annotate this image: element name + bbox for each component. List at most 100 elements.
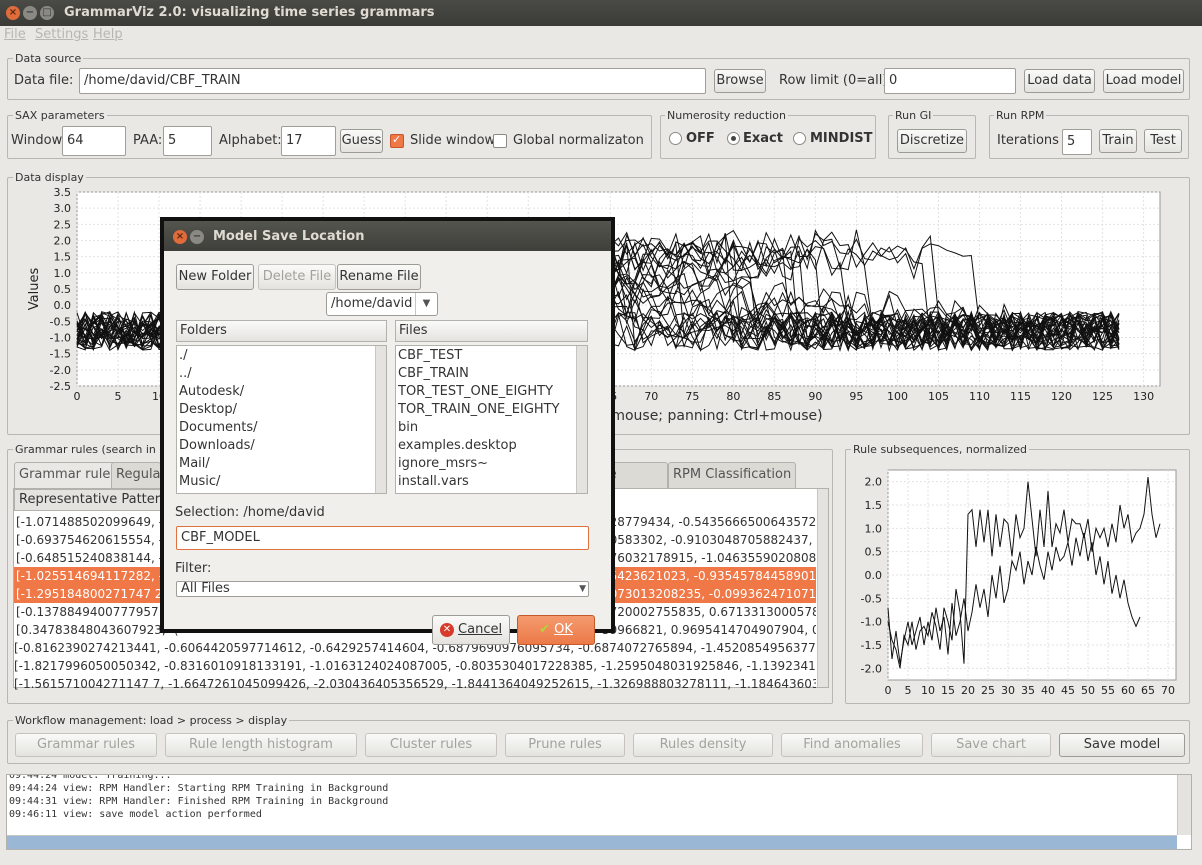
- file-item[interactable]: TOR_TEST_ONE_EIGHTY: [398, 384, 553, 399]
- x-tick-label: 120: [1051, 390, 1072, 403]
- log-line: 09:44:24 model: Training...: [9, 774, 172, 781]
- tab-regular[interactable]: Regula: [111, 462, 161, 488]
- folder-item[interactable]: Documents/: [179, 420, 258, 435]
- data-file-label: Data file:: [14, 73, 74, 88]
- row-right-text: 5720002755835, 0.671331300057820: [602, 605, 816, 619]
- file-item[interactable]: examples.desktop: [398, 438, 517, 453]
- rename-file-button[interactable]: Rename File: [337, 264, 421, 290]
- data-source-title: Data source: [13, 52, 84, 65]
- x-tick-label: 65: [1141, 684, 1155, 697]
- numerosity-mindist-radio[interactable]: [793, 132, 806, 145]
- file-item[interactable]: bin: [398, 420, 418, 435]
- x-tick-label: 105: [928, 390, 949, 403]
- numerosity-title: Numerosity reduction: [665, 109, 788, 122]
- minimize-icon[interactable]: −: [23, 6, 37, 20]
- numerosity-mindist-label: MINDIST: [810, 131, 873, 146]
- x-tick-label: 75: [685, 390, 699, 403]
- numerosity-off-radio[interactable]: [669, 132, 682, 145]
- menu-help[interactable]: Help: [93, 27, 123, 42]
- file-item[interactable]: install.vars: [398, 474, 469, 489]
- files-scrollbar[interactable]: [576, 346, 587, 493]
- y-tick-label: -0.5: [861, 592, 882, 605]
- load-model-button[interactable]: Load model: [1103, 69, 1184, 93]
- dialog-minimize-icon[interactable]: −: [190, 230, 204, 244]
- x-tick-label: 25: [981, 684, 995, 697]
- filter-label: Filter:: [175, 561, 212, 576]
- log-vscroll[interactable]: [1177, 775, 1191, 835]
- file-item[interactable]: TOR_TRAIN_ONE_EIGHTY: [398, 402, 560, 417]
- log-line: 09:44:24 view: RPM Handler: Starting RPM…: [9, 783, 389, 794]
- menu-settings[interactable]: Settings: [35, 27, 88, 42]
- folders-list[interactable]: ./ ../ Autodesk/Desktop/Documents/Download…: [176, 345, 387, 494]
- folder-item[interactable]: Autodesk/: [179, 384, 244, 399]
- save-model-button[interactable]: Save model: [1059, 733, 1185, 757]
- folder-item[interactable]: ./: [179, 348, 188, 363]
- data-file-input[interactable]: /home/david/CBF_TRAIN: [79, 68, 706, 94]
- new-folder-button[interactable]: New Folder: [176, 264, 254, 290]
- ok-button[interactable]: ✔ OK: [517, 615, 595, 645]
- table-row[interactable]: [-1.561571004271147 7, -1.66472610450994…: [14, 675, 816, 693]
- tab-grammar-rules[interactable]: Grammar rules: [14, 462, 123, 488]
- selection-input[interactable]: CBF_MODEL: [176, 526, 589, 550]
- folder-item[interactable]: Downloads/: [179, 438, 255, 453]
- test-button[interactable]: Test: [1144, 129, 1182, 153]
- rule-length-histogram-button[interactable]: Rule length histogram: [165, 733, 357, 757]
- dialog-close-icon[interactable]: ×: [173, 230, 187, 244]
- folders-scrollbar[interactable]: [375, 346, 386, 493]
- files-list[interactable]: CBF_TEST CBF_TRAIN TOR_TEST_ONE_EIGHTY TOR_…: [395, 345, 588, 494]
- row-left-text: [-1.071488502099649, -1(: [16, 515, 176, 529]
- x-tick-label: 35: [1021, 684, 1035, 697]
- folder-item[interactable]: ../: [179, 366, 192, 381]
- tab-rpm-classification[interactable]: RPM Classification: [668, 462, 797, 488]
- model-save-dialog: × − Model Save Location New Folder Delet…: [160, 217, 615, 645]
- file-item[interactable]: CBF_TRAIN: [398, 366, 469, 381]
- patterns-scrollbar[interactable]: [817, 489, 828, 687]
- folder-item[interactable]: Music/: [179, 474, 220, 489]
- rules-density-button[interactable]: Rules density: [633, 733, 773, 757]
- alphabet-input[interactable]: 17: [281, 126, 336, 156]
- filter-dropdown[interactable]: All Files ▼: [176, 581, 589, 597]
- train-button[interactable]: Train: [1099, 129, 1137, 153]
- window-titlebar[interactable]: × − □ GrammarViz 2.0: visualizing time s…: [0, 0, 1202, 26]
- x-tick-label: 115: [1010, 390, 1031, 403]
- load-data-button[interactable]: Load data: [1024, 69, 1095, 93]
- files-header[interactable]: Files: [395, 320, 588, 342]
- rule-subsequences-chart[interactable]: 2.0 1.5 1.0 0.5 0.0 -0.5 -1.0 -1.5 -2.00 5 10 15 20 2…: [850, 462, 1186, 700]
- x-tick-label: 90: [808, 390, 822, 403]
- slide-window-checkbox[interactable]: [390, 133, 404, 148]
- table-row[interactable]: [-0.8162390274213441, -0.606442059771461…: [14, 639, 816, 657]
- window-input[interactable]: 64: [62, 126, 126, 156]
- folders-header[interactable]: Folders: [176, 320, 387, 342]
- x-tick-label: 100: [887, 390, 908, 403]
- iterations-input[interactable]: 5: [1062, 129, 1092, 155]
- data-display-title: Data display: [13, 171, 86, 184]
- log-hscroll[interactable]: [7, 835, 1177, 849]
- table-row[interactable]: [-1.8217996050050342, -0.831601091813319…: [14, 657, 816, 675]
- path-dropdown[interactable]: /home/david ▼: [326, 292, 438, 316]
- cancel-button[interactable]: ✕ Cancel: [432, 615, 510, 645]
- row-limit-input[interactable]: 0: [884, 68, 1016, 94]
- file-item[interactable]: ignore_msrs~: [398, 456, 488, 471]
- close-icon[interactable]: ×: [6, 6, 20, 20]
- maximize-icon[interactable]: □: [40, 6, 54, 20]
- folder-item[interactable]: Desktop/: [179, 402, 237, 417]
- file-item[interactable]: CBF_TEST: [398, 348, 462, 363]
- save-chart-button[interactable]: Save chart: [931, 733, 1051, 757]
- menu-file[interactable]: File: [4, 27, 26, 42]
- discretize-button[interactable]: Discretize: [897, 129, 967, 153]
- guess-button[interactable]: Guess: [340, 129, 383, 153]
- dialog-titlebar[interactable]: × − Model Save Location: [164, 221, 611, 251]
- folder-item[interactable]: Mail/: [179, 456, 210, 471]
- global-normalization-checkbox[interactable]: [493, 134, 507, 148]
- paa-input[interactable]: 5: [163, 126, 212, 156]
- y-tick-label: 1.5: [865, 499, 883, 512]
- browse-button[interactable]: Browse: [714, 69, 766, 93]
- delete-file-button[interactable]: Delete File: [258, 264, 336, 290]
- prune-rules-button[interactable]: Prune rules: [505, 733, 625, 757]
- cluster-rules-button[interactable]: Cluster rules: [365, 733, 497, 757]
- find-anomalies-button[interactable]: Find anomalies: [781, 733, 923, 757]
- patterns-column-header[interactable]: Representative Patterr: [14, 489, 164, 511]
- grammar-rules-button[interactable]: Grammar rules: [15, 733, 157, 757]
- numerosity-exact-radio[interactable]: [727, 132, 740, 145]
- row-right-text: 976032178915, -1.0463559020808033: [602, 551, 816, 565]
